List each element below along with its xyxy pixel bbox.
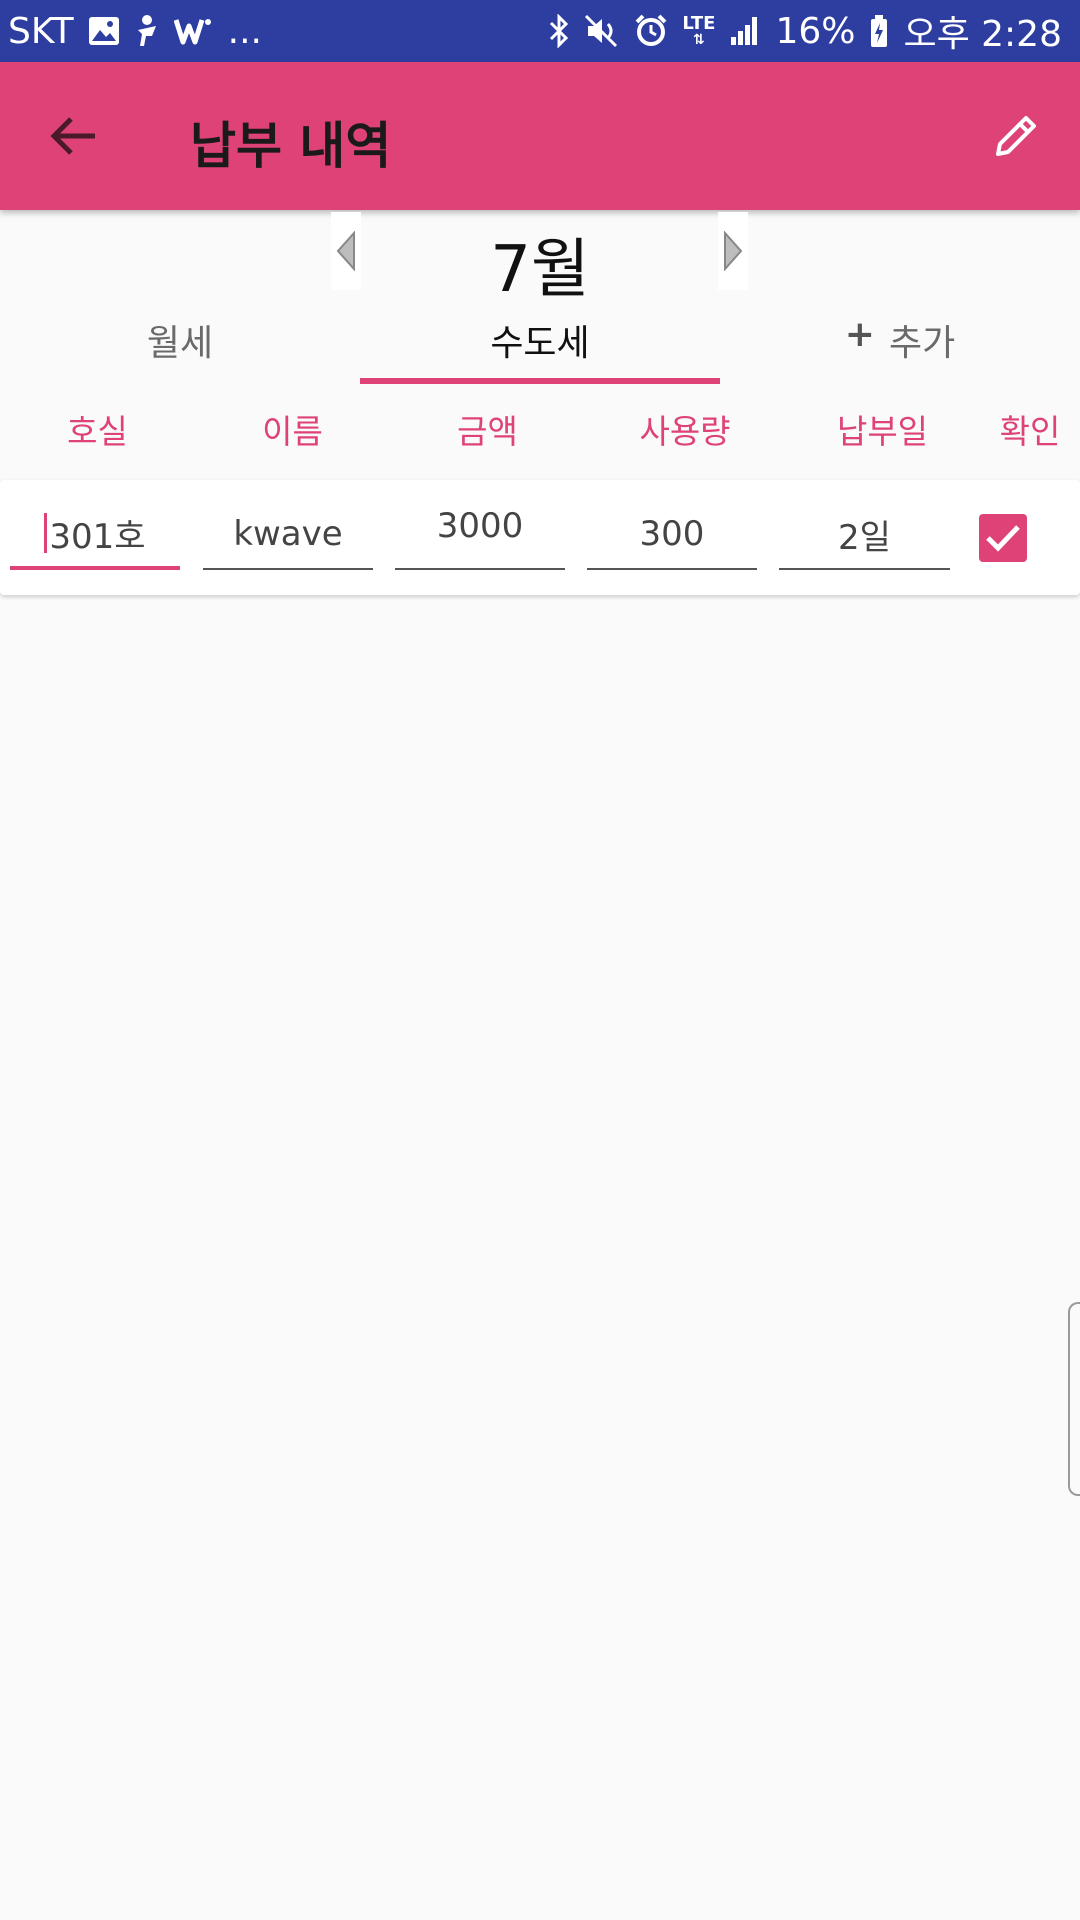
app-bar: 납부 내역 <box>0 62 1080 210</box>
alarm-icon <box>634 11 668 51</box>
signal-icon <box>729 11 761 51</box>
usage-value: 300 <box>639 514 705 554</box>
amount-value: 3000 <box>436 506 524 546</box>
tab-add[interactable]: + 추가 <box>720 300 1080 384</box>
column-headers: 호실 이름 금액 사용량 납부일 확인 <box>0 405 1080 465</box>
arrow-back-icon <box>50 117 95 155</box>
room-value: 301호 <box>49 516 146 557</box>
page-title: 납부 내역 <box>190 117 392 175</box>
status-bar-right: LTE ⇅ 16% 오후 2:28 <box>548 5 1062 57</box>
pencil-icon <box>996 116 1036 156</box>
next-month-button[interactable] <box>718 212 748 290</box>
status-bar-left: SKT ... <box>8 11 262 52</box>
month-label: 7월 <box>490 233 590 307</box>
header-name: 이름 <box>262 412 323 451</box>
confirm-checkbox[interactable] <box>979 514 1027 562</box>
table-row: 301호 kwave 3000 300 2일 <box>0 480 1080 595</box>
chevron-right-icon <box>724 231 743 271</box>
battery-charging-icon <box>869 11 889 51</box>
header-pay-day: 납부일 <box>836 412 929 451</box>
chevron-left-icon <box>336 231 355 271</box>
tab-water-bill-label: 수도세 <box>490 323 590 364</box>
network-type: LTE <box>682 13 716 34</box>
edit-button[interactable] <box>982 102 1050 170</box>
room-field[interactable]: 301호 <box>10 500 180 570</box>
text-cursor <box>44 513 48 553</box>
pay-day-value: 2일 <box>838 517 891 558</box>
header-usage: 사용량 <box>639 412 731 451</box>
bluetooth-icon <box>548 11 570 51</box>
edge-panel-handle[interactable] <box>1068 1302 1080 1496</box>
mute-icon <box>584 11 620 51</box>
w-app-icon <box>173 11 214 51</box>
header-room: 호실 <box>67 412 128 451</box>
gallery-icon <box>88 11 120 51</box>
usage-field[interactable]: 300 <box>587 500 757 570</box>
pay-day-field[interactable]: 2일 <box>779 500 950 570</box>
name-value: kwave <box>233 514 343 554</box>
tab-bar: 월세 수도세 + 추가 <box>0 300 1080 384</box>
tab-water-bill[interactable]: 수도세 <box>360 300 720 384</box>
tab-rent[interactable]: 월세 <box>0 300 360 384</box>
status-bar: SKT ... LTE ⇅ 16% 오후 2:28 <box>0 0 1080 62</box>
lte-icon: LTE ⇅ <box>682 13 716 48</box>
tab-rent-label: 월세 <box>146 323 214 364</box>
amount-field[interactable]: 3000 <box>395 500 565 570</box>
usb-person-icon <box>134 11 160 51</box>
battery-percent: 16% <box>775 10 856 52</box>
header-confirm: 확인 <box>999 412 1061 451</box>
name-field[interactable]: kwave <box>203 500 373 570</box>
clock: 오후 2:28 <box>903 14 1062 55</box>
more-notifications: ... <box>227 10 262 52</box>
plus-icon: + <box>844 314 875 355</box>
prev-month-button[interactable] <box>331 212 361 290</box>
checkmark-icon <box>986 525 1020 552</box>
carrier-label: SKT <box>8 10 74 52</box>
month-selector: 7월 <box>0 210 1080 307</box>
back-button[interactable] <box>40 102 108 170</box>
tab-indicator <box>360 378 720 384</box>
header-amount: 금액 <box>457 412 518 451</box>
tab-add-label: 추가 <box>888 323 956 364</box>
